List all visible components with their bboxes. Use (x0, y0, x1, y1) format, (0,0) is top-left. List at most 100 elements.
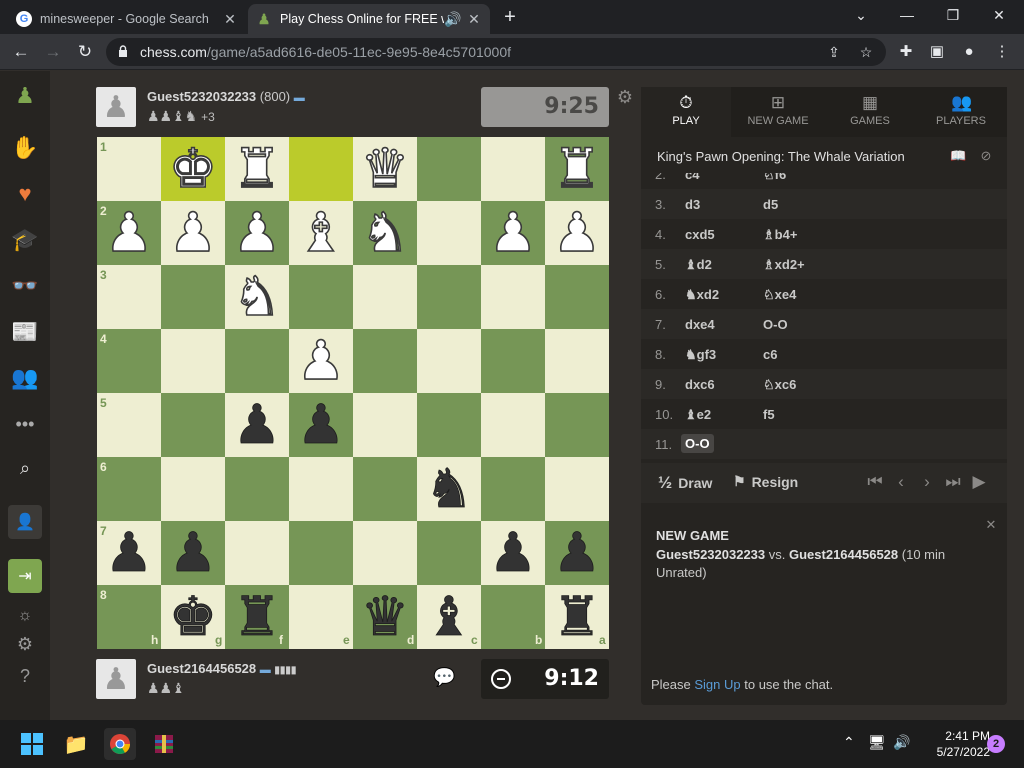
board-square[interactable] (289, 265, 353, 329)
board-square[interactable] (161, 329, 225, 393)
black-piece[interactable]: ♟ (289, 393, 353, 457)
tab-games[interactable]: ▦ GAMES (825, 87, 915, 137)
learn-icon[interactable]: 🎓 (8, 223, 42, 257)
add-user-icon[interactable]: 👤 (8, 505, 42, 539)
profile-icon[interactable]: ● (957, 40, 981, 64)
black-move[interactable]: c6 (763, 347, 777, 362)
white-piece[interactable]: ♞ (225, 264, 289, 329)
chess-board[interactable]: 1 2 3 4 5 6 7 8 h g f e d c b a ♚ ♜ ♛ ♜ ♟ ♟ ♟ ♝ ♞ ♟ ♟ ♞ ♟ ♟ ♟ ♞ ♟ ♟ ♟ ♟ ♚ ♜ ♛ ♝… (97, 136, 609, 649)
white-move[interactable]: dxe4 (685, 317, 715, 332)
board-square[interactable] (545, 393, 609, 457)
lessons-icon[interactable]: ♥ (8, 177, 42, 211)
black-move[interactable]: ♘xe4 (763, 287, 796, 303)
white-move[interactable]: ♞gf3 (685, 347, 716, 363)
board-square[interactable] (481, 265, 545, 329)
black-piece[interactable]: ♜ (545, 585, 609, 649)
black-piece[interactable]: ♚ (161, 585, 225, 649)
tab-search-icon[interactable]: ⌄ (838, 0, 884, 34)
puzzles-icon[interactable]: ✋ (8, 131, 42, 165)
resign-button[interactable]: ⚑ Resign (733, 473, 798, 490)
chevron-up-icon[interactable]: ⌃ (843, 734, 855, 751)
browser-tab-google[interactable]: G minesweeper - Google Search ✕ (8, 4, 246, 34)
board-square[interactable] (417, 201, 481, 265)
board-square[interactable] (545, 457, 609, 521)
sign-up-link[interactable]: Sign Up (694, 677, 740, 692)
board-square[interactable] (353, 393, 417, 457)
white-piece[interactable]: ♝ (289, 200, 353, 265)
black-move[interactable]: ♘f6 (763, 173, 786, 183)
white-move[interactable]: ♝d2 (685, 257, 712, 273)
chess-logo-icon[interactable]: ♟ (8, 79, 42, 113)
white-piece[interactable]: ♟ (481, 200, 545, 265)
board-square[interactable] (161, 393, 225, 457)
black-piece[interactable]: ♞ (417, 457, 481, 521)
white-piece[interactable]: ♚ (161, 136, 225, 201)
file-explorer-icon[interactable]: 📁 (60, 728, 92, 760)
play-icon[interactable]: ▶ (967, 472, 991, 494)
volume-icon[interactable]: 🔊 (893, 734, 910, 751)
white-piece[interactable]: ♟ (545, 200, 609, 265)
black-move[interactable]: f5 (763, 407, 775, 422)
board-square[interactable] (417, 393, 481, 457)
login-icon[interactable]: ⇥ (8, 559, 42, 593)
board-square[interactable] (417, 265, 481, 329)
white-piece[interactable]: ♛ (353, 136, 417, 201)
player-name[interactable]: Guest2164456528 ▬ ▮▮▮▮ (147, 661, 296, 676)
white-move[interactable]: d3 (685, 197, 700, 212)
book-icon[interactable]: 📖 (950, 148, 966, 164)
winrar-icon[interactable] (148, 728, 180, 760)
black-piece[interactable]: ♟ (481, 521, 545, 585)
board-square[interactable] (545, 265, 609, 329)
board-square[interactable] (353, 521, 417, 585)
white-piece[interactable]: ♟ (289, 328, 353, 393)
black-piece[interactable]: ♟ (97, 521, 161, 585)
last-move-icon[interactable]: ⏭ (941, 472, 965, 494)
network-icon[interactable]: 🖥 (868, 734, 886, 751)
back-button[interactable]: ← (8, 39, 34, 65)
tab-play[interactable]: ⏱ PLAY (641, 87, 731, 137)
draw-button[interactable]: ½ Draw (658, 473, 712, 493)
board-square[interactable] (161, 457, 225, 521)
tab-new-game[interactable]: ⊞ NEW GAME (731, 87, 825, 137)
board-square[interactable] (353, 457, 417, 521)
white-move[interactable]: ♞xd2 (685, 287, 719, 303)
new-tab-button[interactable]: + (498, 6, 522, 30)
first-move-icon[interactable]: ⏮ (863, 472, 887, 494)
black-piece[interactable]: ♟ (225, 393, 289, 457)
black-move[interactable]: ♗b4+ (763, 227, 797, 243)
avatar[interactable]: ♟ (96, 659, 136, 699)
board-square[interactable] (289, 521, 353, 585)
white-move[interactable]: c4 (685, 173, 699, 182)
help-icon[interactable]: ? (8, 659, 42, 693)
board-square[interactable] (481, 137, 545, 201)
board-square[interactable] (417, 329, 481, 393)
forward-button[interactable]: → (40, 39, 66, 65)
black-piece[interactable]: ♟ (161, 521, 225, 585)
board-square[interactable] (353, 329, 417, 393)
menu-icon[interactable]: ⋮ (990, 40, 1014, 64)
black-piece[interactable]: ♝ (417, 585, 481, 649)
black-move[interactable]: ♗xd2+ (763, 257, 805, 273)
extensions-icon[interactable]: ✚ (894, 40, 918, 64)
prev-move-icon[interactable]: ‹ (889, 472, 913, 494)
black-move[interactable]: d5 (763, 197, 778, 212)
white-piece[interactable]: ♜ (545, 136, 609, 201)
address-bar[interactable]: chess.com/game/a5ad6616-de05-11ec-9e95-8… (106, 38, 886, 66)
board-square[interactable] (545, 329, 609, 393)
settings-icon[interactable]: ⚙ (8, 627, 42, 661)
white-move[interactable]: O-O (681, 434, 714, 453)
watch-icon[interactable]: 👓 (8, 269, 42, 303)
search-icon[interactable]: ⌕ (8, 451, 42, 485)
share-icon[interactable]: ⇪ (824, 42, 844, 62)
bookmark-star-icon[interactable]: ☆ (856, 42, 876, 62)
black-piece[interactable]: ♜ (225, 585, 289, 649)
board-square[interactable] (481, 457, 545, 521)
board-square[interactable] (225, 329, 289, 393)
social-icon[interactable]: 👥 (8, 361, 42, 395)
avatar[interactable]: ♟ (96, 87, 136, 127)
board-square[interactable] (481, 329, 545, 393)
board-square[interactable] (289, 457, 353, 521)
white-piece[interactable]: ♟ (225, 200, 289, 265)
reload-button[interactable]: ↻ (72, 39, 98, 65)
board-square[interactable] (481, 393, 545, 457)
